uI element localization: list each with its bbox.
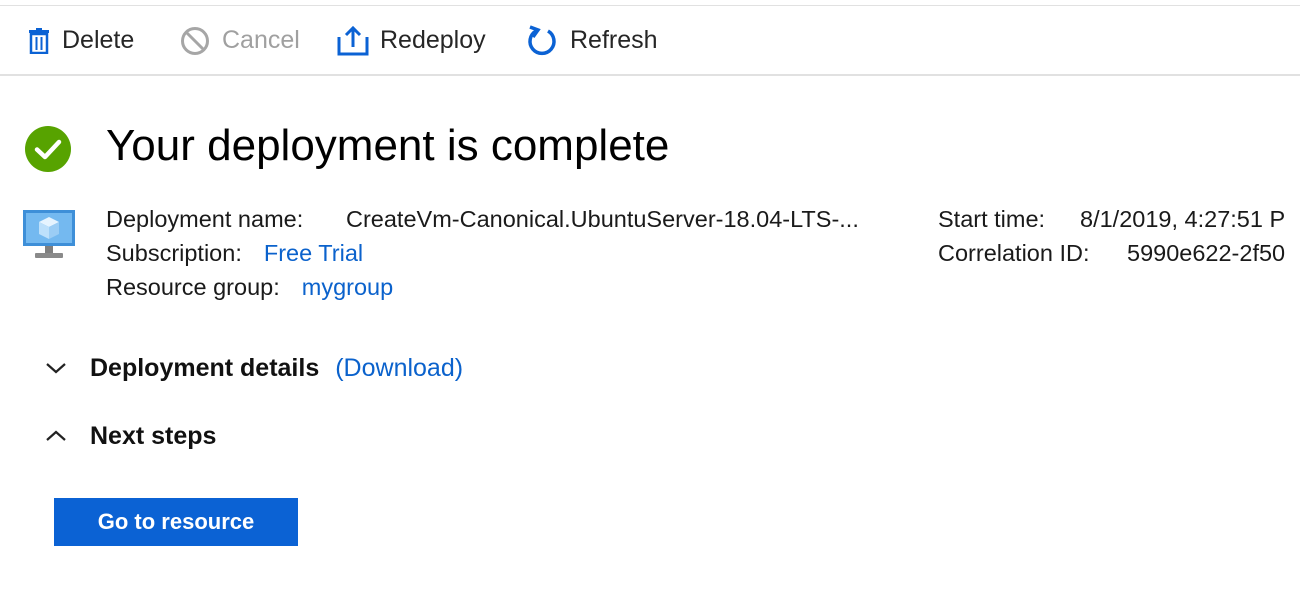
- deployment-name-value: CreateVm-Canonical.UbuntuServer-18.04-LT…: [346, 206, 859, 232]
- start-time-label: Start time:: [938, 206, 1046, 232]
- chevron-down-icon[interactable]: [44, 356, 68, 380]
- cancel-icon: [180, 26, 210, 56]
- deployment-name-label: Deployment name:: [106, 206, 304, 232]
- cancel-button[interactable]: Cancel: [180, 6, 300, 75]
- deployment-details-heading[interactable]: Deployment details: [90, 354, 319, 383]
- redeploy-label: Redeploy: [380, 26, 486, 54]
- correlation-id-row: Correlation ID: 5990e622-2f50: [938, 236, 1285, 270]
- subscription-label: Subscription:: [106, 240, 242, 266]
- deployment-name-row: Deployment name: CreateVm-Canonical.Ubun…: [106, 202, 859, 236]
- deployment-details-section: Deployment details (Download): [44, 350, 463, 386]
- redeploy-button[interactable]: Redeploy: [336, 6, 486, 75]
- command-bar: Delete Cancel Redeploy Refresh: [0, 5, 1300, 76]
- virtual-machine-icon: [22, 208, 76, 260]
- resource-group-link[interactable]: mygroup: [302, 274, 393, 300]
- refresh-icon: [526, 24, 558, 57]
- refresh-button[interactable]: Refresh: [526, 6, 658, 75]
- refresh-label: Refresh: [570, 26, 658, 54]
- upload-icon: [336, 25, 370, 57]
- check-circle-icon: [25, 126, 71, 172]
- resource-group-label: Resource group:: [106, 274, 280, 300]
- next-steps-section: Next steps: [44, 418, 216, 454]
- trash-icon: [28, 27, 50, 54]
- start-time-row: Start time: 8/1/2019, 4:27:51 P: [938, 202, 1285, 236]
- cancel-label: Cancel: [222, 26, 300, 54]
- delete-label: Delete: [62, 26, 135, 54]
- subscription-row: Subscription: Free Trial: [106, 236, 363, 270]
- subscription-link[interactable]: Free Trial: [264, 240, 363, 266]
- correlation-id-label: Correlation ID:: [938, 240, 1090, 266]
- download-link[interactable]: (Download): [335, 354, 463, 383]
- page-title: Your deployment is complete: [106, 121, 670, 170]
- delete-button[interactable]: Delete: [28, 6, 134, 75]
- chevron-up-icon[interactable]: [44, 424, 68, 448]
- correlation-id-value: 5990e622-2f50: [1127, 240, 1286, 266]
- resource-group-row: Resource group: mygroup: [106, 270, 393, 304]
- next-steps-heading[interactable]: Next steps: [90, 422, 216, 451]
- go-to-resource-button[interactable]: Go to resource: [54, 498, 298, 546]
- start-time-value: 8/1/2019, 4:27:51 P: [1080, 206, 1286, 232]
